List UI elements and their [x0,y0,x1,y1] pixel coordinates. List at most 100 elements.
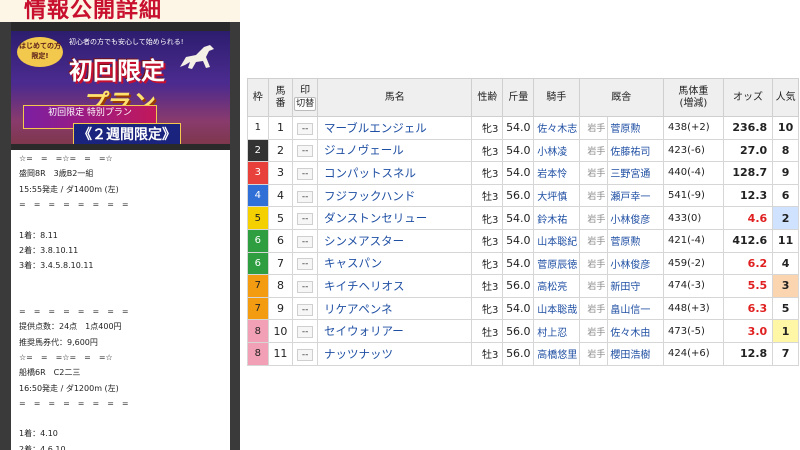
horse-name-link[interactable]: シンメアスター [316,228,473,253]
jockey-link[interactable]: 菅原辰徳 [533,251,580,276]
jockey-link[interactable]: 山本聡哉 [533,296,580,321]
mark-select[interactable]: -- [297,326,314,339]
table-row: 7 9 -- リケアペンネ 牝3 54.0 山本聡哉 岩手 畠山信一 448(+3) 6.3 5 [247,296,799,321]
sex-age: 牝3 [471,206,504,230]
jockey-link[interactable]: 佐々木志 [533,116,580,140]
horse-weight: 424(+6) [663,341,724,366]
horse-name-link[interactable]: マーブルエンジェル [316,116,473,140]
header-jockey: 騎手 [533,78,580,117]
horse-name-link[interactable]: セイウォリアー [316,319,473,343]
trainer-region: 岩手 [578,138,609,163]
popularity-rank: 4 [772,251,799,276]
trainer-region: 岩手 [578,341,609,366]
mark-cell: -- [292,341,318,366]
jockey-link[interactable]: 小林凌 [533,138,580,163]
horse-number: 5 [267,206,294,230]
mark-toggle-button[interactable]: 切替 [294,96,317,111]
mark-cell: -- [292,116,318,140]
trainer-link[interactable]: 菅原勲 [607,116,665,140]
mark-select[interactable]: -- [297,190,314,203]
mark-select[interactable]: -- [297,167,314,180]
sex-age: 牡3 [471,319,504,343]
promo-tagline: 初心者の方でも安心して始められる! [69,38,184,46]
horse-number: 10 [267,319,294,343]
promo-headline: 初回限定 [69,57,165,85]
race-info-line: 提供点数：24点 1点400円 [19,322,122,332]
race-info-line: 3着：3.4.5.8.10.11 [19,261,94,271]
horse-number: 7 [267,251,294,276]
horse-weight: 474(-3) [663,274,724,298]
horse-name-link[interactable]: コンパットスネル [316,161,473,185]
race-info-line: ☆= = =☆= = =☆ [19,154,113,163]
waku-number: 8 [247,341,269,366]
popularity-rank: 11 [772,228,799,253]
kinryo: 54.0 [502,206,535,230]
trainer-link[interactable]: 小林俊彦 [607,251,665,276]
trainer-link[interactable]: 佐々木由 [607,319,665,343]
horse-number: 2 [267,138,294,163]
jockey-link[interactable]: 村上忍 [533,319,580,343]
waku-number: 4 [247,183,269,208]
mark-select[interactable]: -- [297,122,314,135]
horse-weight: 440(-4) [663,161,724,185]
kinryo: 54.0 [502,138,535,163]
horse-name-link[interactable]: ナッツナッツ [316,341,473,366]
trainer-link[interactable]: 三野宮通 [607,161,665,185]
right-background-strip [230,0,240,450]
jockey-link[interactable]: 大坪慎 [533,183,580,208]
trainer-link[interactable]: 菅原勲 [607,228,665,253]
waku-number: 6 [247,228,269,253]
horse-name-link[interactable]: リケアペンネ [316,296,473,321]
mark-select[interactable]: -- [297,258,314,271]
trainer-link[interactable]: 佐藤祐司 [607,138,665,163]
header-umaban-line2: 番 [275,97,286,109]
jockey-link[interactable]: 鈴木祐 [533,206,580,230]
header-mark-line1: 印 [300,84,311,96]
mark-select[interactable]: -- [297,213,314,226]
jockey-link[interactable]: 岩本怜 [533,161,580,185]
kinryo: 54.0 [502,116,535,140]
trainer-link[interactable]: 櫻田浩樹 [607,341,665,366]
header-weight-line2: (増減) [679,97,708,109]
mark-select[interactable]: -- [297,303,314,316]
header-mark: 印 切替 [292,78,318,117]
horse-name-link[interactable]: フジフックハンド [316,183,473,208]
trainer-region: 岩手 [578,116,609,140]
mark-select[interactable]: -- [297,280,314,293]
trainer-link[interactable]: 瀬戸幸一 [607,183,665,208]
mark-cell: -- [292,251,318,276]
horse-name-link[interactable]: キャスパン [316,251,473,276]
horse-name-link[interactable]: キイチヘリオス [316,274,473,298]
odds-value: 6.3 [722,296,774,321]
odds-value: 236.8 [722,116,774,140]
horse-weight: 448(+3) [663,296,724,321]
jockey-link[interactable]: 高橋悠里 [533,341,580,366]
mark-select[interactable]: -- [297,235,314,248]
mark-cell: -- [292,274,318,298]
trainer-link[interactable]: 新田守 [607,274,665,298]
promo-banner[interactable]: はじめての方限定! 初心者の方でも安心して始められる! 初回限定 プラン 初回限… [11,31,230,144]
popularity-rank: 5 [772,296,799,321]
promo-badge: はじめての方限定! [17,37,63,67]
trainer-link[interactable]: 畠山信一 [607,296,665,321]
horse-name-link[interactable]: ジュノヴェール [316,138,473,163]
trainer-link[interactable]: 小林俊彦 [607,206,665,230]
mark-select[interactable]: -- [297,145,314,158]
race-info-line: 船橋6R C2二三 [19,368,81,378]
jockey-link[interactable]: 山本聡紀 [533,228,580,253]
waku-number: 7 [247,296,269,321]
horse-name-link[interactable]: ダンストンセリュー [316,206,473,230]
race-info-line: 15:55発走 / ダ1400m (左) [19,184,119,194]
waku-number: 5 [247,206,269,230]
horse-weight: 473(-5) [663,319,724,343]
table-row: 8 11 -- ナッツナッツ 牡3 56.0 高橋悠里 岩手 櫻田浩樹 424(+6) 12.8 7 [247,341,799,366]
table-row: 5 5 -- ダンストンセリュー 牝3 54.0 鈴木祐 岩手 小林俊彦 433(0) 4.6 2 [247,206,799,230]
left-panel: 情報公開詳細 はじめての方限定! 初心者の方でも安心して始められる! 初回限定 … [0,0,240,450]
jockey-link[interactable]: 高松亮 [533,274,580,298]
horse-number: 3 [267,161,294,185]
waku-number: 6 [247,251,269,276]
odds-value: 3.0 [722,319,774,343]
popularity-rank: 6 [772,183,799,208]
mark-select[interactable]: -- [297,348,314,361]
odds-value: 5.5 [722,274,774,298]
